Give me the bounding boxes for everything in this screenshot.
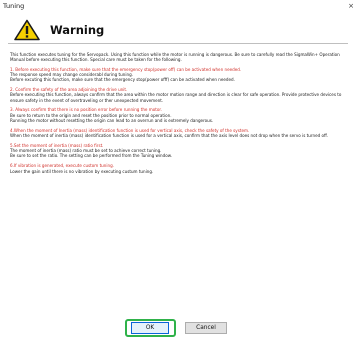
warning-section: 1. Before executing this function, make … — [10, 67, 348, 83]
section-body: Before executing this function, always c… — [10, 92, 342, 103]
warning-title: Warning — [50, 23, 105, 37]
section-body: When the moment of inertia (mass) identi… — [10, 133, 329, 139]
warning-message: This function executes tuning for the Se… — [10, 52, 348, 254]
button-bar: OK Cancel — [0, 319, 355, 339]
ok-button[interactable]: OK — [131, 322, 169, 334]
section-body: Be sure to set the ratio. The setting ca… — [10, 153, 172, 159]
section-body: Before excuting this function, make sure… — [10, 77, 235, 83]
section-body: Running the motor without resetting the … — [10, 117, 214, 123]
close-icon[interactable]: × — [347, 1, 355, 12]
warning-section: 4.When the moment of Inertia (mass) iden… — [10, 128, 348, 139]
title-bar: Tuning × — [0, 0, 355, 15]
warning-section: 5.Set the moment of inertia (mass) ratio… — [10, 143, 348, 159]
warning-section: 6.If vibration is generated, execute cus… — [10, 163, 348, 174]
intro-text: This function executes tuning for the Se… — [10, 52, 340, 63]
warning-triangle-icon — [14, 19, 40, 41]
warning-header: Warning — [8, 16, 348, 44]
warning-section: 3. Always confirm that there is no posit… — [10, 107, 348, 123]
warning-section: 2. Confirm the safety of the area adjoin… — [10, 87, 348, 103]
window-title: Tuning — [3, 2, 25, 10]
section-body: Lower the gain until there is no vibrati… — [10, 168, 154, 174]
cancel-button[interactable]: Cancel — [185, 322, 227, 334]
